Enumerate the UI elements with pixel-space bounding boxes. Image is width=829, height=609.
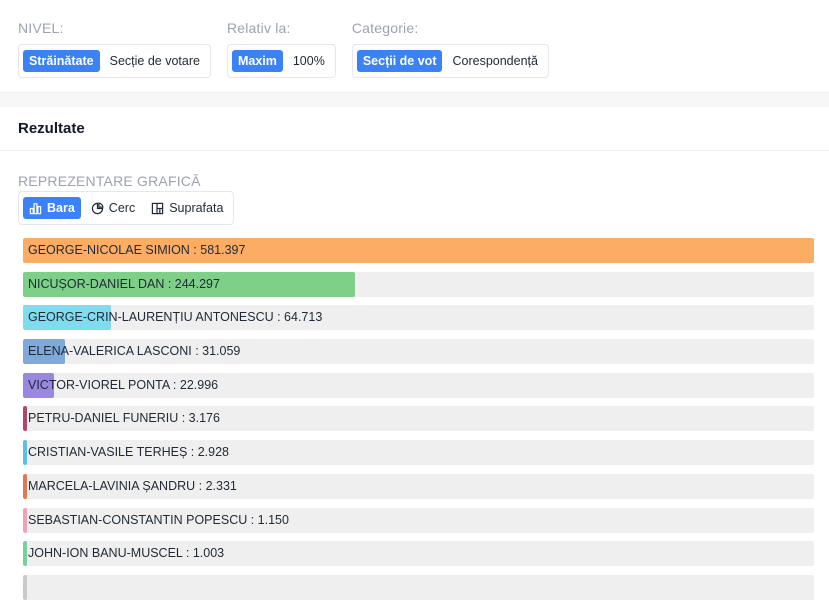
candidate-bar-label: CRISTIAN-VASILE TERHEȘ : 2.928 — [28, 445, 229, 460]
filter-category: Categorie: Secții de vot Corespondență — [351, 20, 549, 78]
candidate-bar-fill — [23, 406, 28, 432]
relative-option-max[interactable]: Maxim — [231, 50, 283, 72]
candidate-bar-row[interactable]: CRISTIAN-VASILE TERHEȘ : 2.928 — [23, 440, 814, 466]
filter-category-label: Categorie: — [351, 20, 419, 36]
level-option-polling-station[interactable]: Secție de votare — [104, 50, 206, 72]
candidate-bar-fill — [23, 507, 27, 533]
candidate-bar-fill — [23, 473, 27, 499]
candidate-bar-label: PETRU-DANIEL FUNERIU : 3.176 — [28, 411, 220, 426]
viz-option-pie-label: Cerc — [108, 201, 136, 215]
candidate-bar-label: JOHN-ION BANU-MUSCEL : 1.003 — [28, 546, 225, 561]
candidate-bar-label: GEORGE-CRIN-LAURENȚIU ANTONESCU : 64.713 — [28, 310, 323, 325]
viz-label: REPREZENTARE GRAFICĂ — [18, 173, 201, 189]
candidate-bar-fill — [23, 541, 27, 567]
category-option-polling-sections[interactable]: Secții de vot — [356, 50, 443, 72]
section-divider — [0, 92, 829, 107]
candidate-bar-row[interactable]: NICUȘOR-DANIEL DAN : 244.297 — [23, 271, 814, 297]
candidate-bar-fill — [23, 574, 27, 600]
viz-option-treemap-label: Suprafata — [169, 201, 224, 215]
candidate-bar-row[interactable]: ELENA-VALERICA LASCONI : 31.059 — [23, 339, 814, 365]
candidate-bar-label: ELENA-VALERICA LASCONI : 31.059 — [28, 344, 241, 359]
candidate-bar-label: GEORGE-NICOLAE SIMION : 581.397 — [28, 243, 246, 257]
candidate-bar-label: NICUȘOR-DANIEL DAN : 244.297 — [28, 276, 220, 291]
filter-level: NIVEL: Străinătate Secție de votare — [18, 20, 211, 78]
candidate-bar-fill — [23, 440, 27, 466]
pie-chart-icon — [91, 201, 104, 215]
filters-bar: NIVEL: Străinătate Secție de votare Rela… — [18, 20, 549, 78]
viz-option-bar-label: Bara — [47, 201, 75, 215]
candidate-bar-row[interactable] — [23, 574, 814, 600]
results-title: Rezultate — [18, 120, 85, 137]
candidate-bar-row[interactable]: MARCELA-LAVINIA ȘANDRU : 2.331 — [23, 473, 814, 499]
relative-option-100[interactable]: 100% — [287, 50, 331, 72]
candidate-bar-row[interactable]: VICTOR-VIOREL PONTA : 22.996 — [23, 372, 814, 398]
candidate-bar-row[interactable]: GEORGE-NICOLAE SIMION : 581.397 — [23, 238, 814, 263]
category-segmented-control: Secții de vot Corespondență — [351, 44, 549, 78]
candidate-bar-row[interactable]: JOHN-ION BANU-MUSCEL : 1.003 — [23, 541, 814, 567]
candidate-bar-row[interactable]: PETRU-DANIEL FUNERIU : 3.176 — [23, 406, 814, 432]
category-option-mail[interactable]: Corespondență — [446, 50, 543, 72]
level-segmented-control: Străinătate Secție de votare — [18, 44, 211, 78]
viz-option-treemap[interactable]: Suprafata — [145, 197, 229, 219]
filter-relative-label: Relativ la: — [226, 20, 291, 36]
filter-relative: Relativ la: Maxim 100% — [226, 20, 336, 78]
candidate-bar-label: MARCELA-LAVINIA ȘANDRU : 2.331 — [28, 478, 237, 493]
viz-segmented-control: Bara Cerc Suprafata — [18, 191, 235, 225]
results-bar-chart: GEORGE-NICOLAE SIMION : 581.397 NICUȘOR-D… — [23, 238, 814, 609]
results-divider — [0, 150, 829, 151]
level-option-abroad[interactable]: Străinătate — [23, 50, 100, 72]
viz-option-bar[interactable]: Bara — [23, 197, 81, 219]
viz-option-pie[interactable]: Cerc — [85, 197, 141, 219]
treemap-icon — [151, 202, 164, 215]
relative-segmented-control: Maxim 100% — [226, 44, 336, 78]
candidate-bar-row[interactable]: SEBASTIAN-CONSTANTIN POPESCU : 1.150 — [23, 507, 814, 533]
candidate-bar-row[interactable]: GEORGE-CRIN-LAURENȚIU ANTONESCU : 64.713 — [23, 305, 814, 331]
candidate-bar-label: VICTOR-VIOREL PONTA : 22.996 — [28, 377, 219, 392]
bar-chart-icon — [29, 202, 42, 215]
filter-level-label: NIVEL: — [18, 20, 64, 36]
viz-selector: Bara Cerc Suprafata — [18, 191, 235, 225]
candidate-bar-label: SEBASTIAN-CONSTANTIN POPESCU : 1.150 — [28, 512, 289, 527]
